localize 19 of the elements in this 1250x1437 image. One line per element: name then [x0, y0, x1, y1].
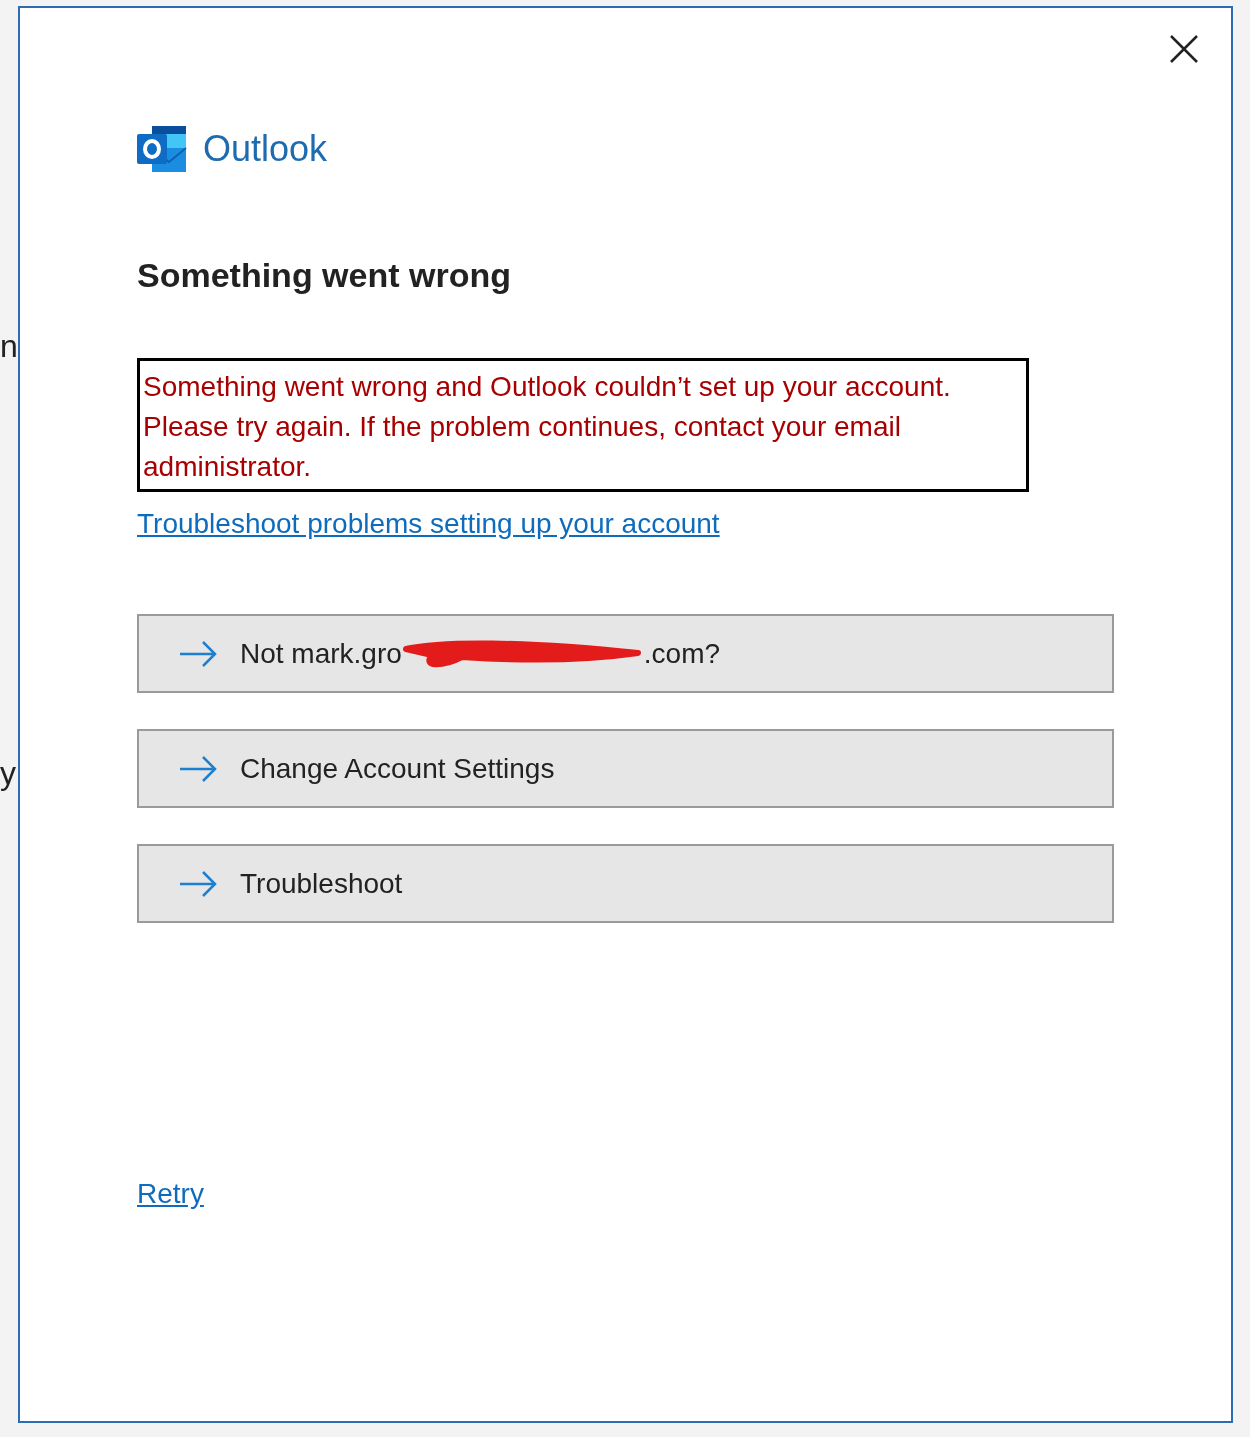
- option-label: Change Account Settings: [240, 751, 555, 786]
- arrow-right-icon: [178, 754, 218, 783]
- retry-link[interactable]: Retry: [137, 1174, 204, 1214]
- error-message: Something went wrong and Outlook couldn’t set up your account. Please try again. If the problem continues, contact your email administrator.: [137, 358, 1029, 492]
- dialog-heading: Something went wrong: [137, 258, 512, 292]
- app-name: Outlook: [203, 131, 328, 167]
- help-link[interactable]: Troubleshoot problems setting up your account: [137, 504, 720, 544]
- arrow-right-icon: [178, 869, 218, 898]
- option-button[interactable]: Troubleshoot: [137, 844, 1114, 923]
- option-label: .com?: [643, 636, 721, 671]
- close-icon[interactable]: [1169, 34, 1199, 64]
- arrow-right-icon: [178, 639, 218, 668]
- option-label: Troubleshoot: [240, 866, 403, 901]
- option-label: Not mark.gro: [240, 636, 402, 671]
- background-text: y: [0, 757, 16, 789]
- option-button[interactable]: Change Account Settings: [137, 729, 1114, 808]
- background-text: n: [0, 330, 18, 362]
- option-button[interactable]: Not mark.gro .com?: [137, 614, 1114, 693]
- outlook-logo-icon: [137, 126, 187, 172]
